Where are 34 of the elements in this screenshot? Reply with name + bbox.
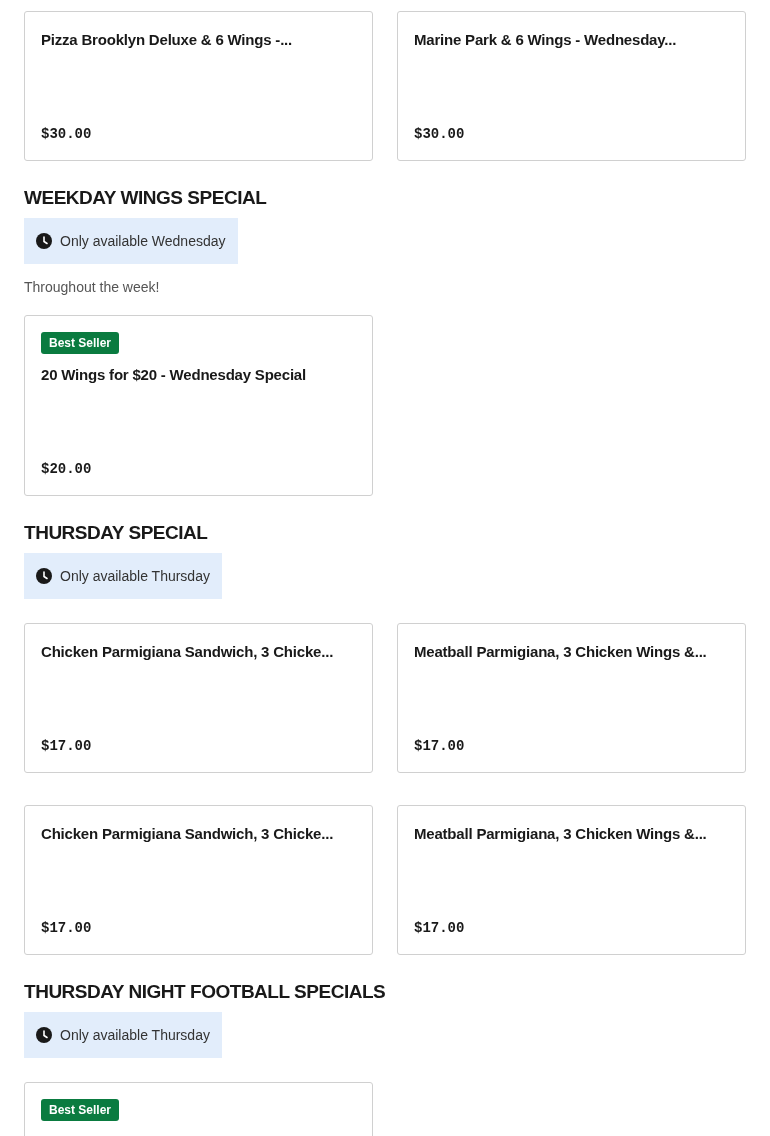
clock-icon: [36, 1027, 52, 1043]
item-price: $17.00: [414, 737, 466, 756]
menu-item-card[interactable]: Best Seller: [24, 1082, 373, 1136]
section-heading: THURSDAY NIGHT FOOTBALL SPECIALS: [24, 981, 387, 1003]
availability-notice: Only available Thursday: [24, 1012, 222, 1058]
menu-item-card[interactable]: Chicken Parmigiana Sandwich, 3 Chicke... $17.00: [24, 805, 373, 955]
menu-item-card[interactable]: Marine Park & 6 Wings - Wednesday... $30.00: [397, 11, 746, 161]
item-price: $20.00: [41, 460, 93, 479]
item-title: 20 Wings for $20 - Wednesday Special: [41, 365, 307, 385]
item-title: Pizza Brooklyn Deluxe & 6 Wings -...: [41, 30, 294, 50]
item-title: Meatball Parmigiana, 3 Chicken Wings &...: [414, 642, 708, 662]
availability-notice: Only available Thursday: [24, 553, 222, 599]
clock-icon: [36, 233, 52, 249]
availability-notice: Only available Wednesday: [24, 218, 238, 264]
item-price: $30.00: [41, 125, 93, 144]
item-title: Chicken Parmigiana Sandwich, 3 Chicke...: [41, 824, 335, 844]
best-seller-badge: Best Seller: [41, 332, 120, 354]
menu-item-card[interactable]: Meatball Parmigiana, 3 Chicken Wings &... $17.00: [397, 805, 746, 955]
menu-item-card[interactable]: Best Seller 20 Wings for $20 - Wednesday Special $20.00: [24, 315, 373, 496]
item-title: Meatball Parmigiana, 3 Chicken Wings &...: [414, 824, 708, 844]
item-price: $17.00: [41, 737, 93, 756]
item-price: $17.00: [41, 919, 93, 938]
section-description: Throughout the week!: [24, 278, 161, 296]
menu-item-card[interactable]: Chicken Parmigiana Sandwich, 3 Chicke... $17.00: [24, 623, 373, 773]
section-heading: WEEKDAY WINGS SPECIAL: [24, 187, 268, 209]
item-title: Marine Park & 6 Wings - Wednesday...: [414, 30, 678, 50]
menu-item-card[interactable]: Meatball Parmigiana, 3 Chicken Wings &... $17.00: [397, 623, 746, 773]
item-price: $17.00: [414, 919, 466, 938]
clock-icon: [36, 568, 52, 584]
best-seller-badge: Best Seller: [41, 1099, 120, 1121]
menu-item-card[interactable]: Pizza Brooklyn Deluxe & 6 Wings -... $30.00: [24, 11, 373, 161]
item-title: Chicken Parmigiana Sandwich, 3 Chicke...: [41, 642, 335, 662]
section-heading: THURSDAY SPECIAL: [24, 522, 209, 544]
item-price: $30.00: [414, 125, 466, 144]
